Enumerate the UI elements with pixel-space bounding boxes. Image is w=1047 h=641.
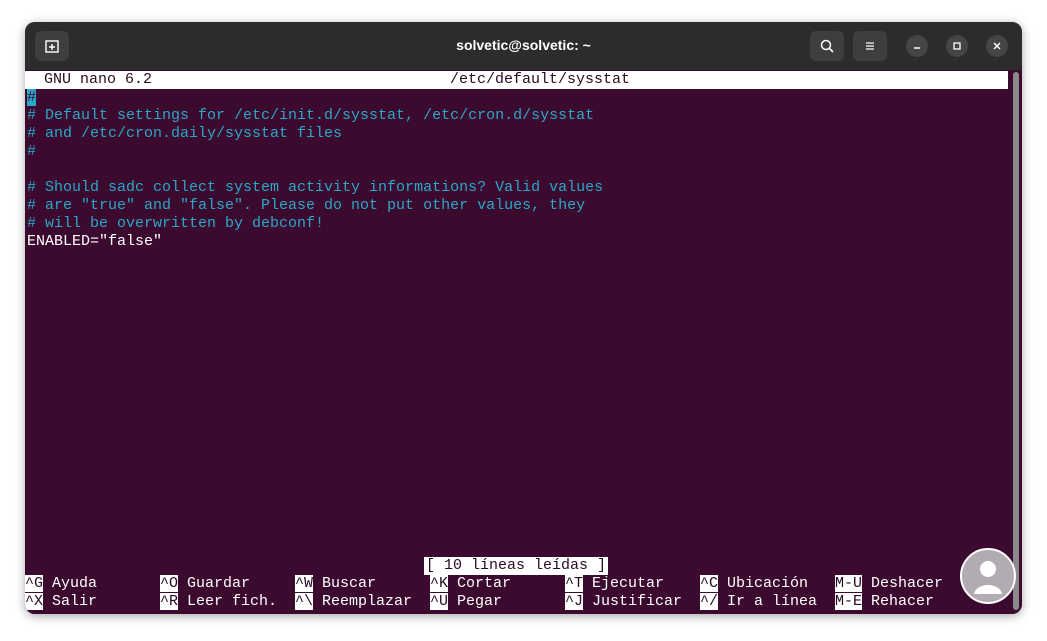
minimize-icon [914,47,920,49]
nano-filename: /etc/default/sysstat [450,71,631,88]
shortcut-item: ^O Guardar [160,575,250,593]
logo-watermark [960,548,1016,604]
maximize-button[interactable] [946,35,968,57]
text-cursor: # [27,89,37,106]
shortcut-key: ^J [565,593,584,610]
shortcut-label: Ejecutar [592,575,665,592]
shortcut-spacer [43,575,52,592]
shortcut-spacer [718,593,727,610]
shortcut-spacer [178,593,187,610]
shortcut-label: Ubicación [727,575,809,592]
shortcut-key: ^/ [700,593,719,610]
shortcut-key: ^T [565,575,584,592]
shortcut-spacer [862,575,871,592]
shortcut-key: ^\ [295,593,314,610]
shortcut-spacer [313,593,322,610]
shortcut-item: ^R Leer fich. [160,593,277,611]
shortcut-key: ^X [25,593,44,610]
shortcut-key: ^R [160,593,179,610]
editor-line: # will be overwritten by debconf! [27,215,325,232]
close-icon [993,42,1001,50]
shortcut-item: ^J Justificar [565,593,682,611]
shortcut-key: M-U [835,575,863,592]
terminal-window: solvetic@solvetic: ~ GNU nano 6.2 /etc/d… [25,22,1022,614]
shortcut-spacer [43,593,52,610]
shortcut-item: M-E Rehacer [835,593,934,611]
close-button[interactable] [986,35,1008,57]
shortcut-item: ^\ Reemplazar [295,593,412,611]
shortcut-spacer [448,593,457,610]
shortcut-spacer [178,575,187,592]
shortcut-spacer [313,575,322,592]
shortcut-label: Buscar [322,575,377,592]
editor-line: # and /etc/cron.daily/sysstat files [27,125,343,142]
editor-line: # [27,143,37,160]
shortcut-item: ^C Ubicación [700,575,808,593]
shortcut-spacer [583,575,592,592]
shortcut-item: ^X Salir [25,593,97,611]
shortcut-key: ^C [700,575,719,592]
nano-version: GNU nano 6.2 [44,71,153,88]
shortcut-label: Ayuda [52,575,98,592]
logo-icon [974,561,1002,594]
scrollbar[interactable] [1013,72,1019,610]
editor-line: # [27,89,37,107]
shortcut-label: Reemplazar [322,593,413,610]
shortcut-item: ^U Pegar [430,593,502,611]
shortcut-label: Pegar [457,593,503,610]
shortcut-key: ^G [25,575,44,592]
search-icon [820,39,834,53]
shortcut-label: Justificar [592,593,683,610]
shortcut-key: ^K [430,575,449,592]
search-button[interactable] [810,31,844,61]
terminal-area[interactable]: GNU nano 6.2 /etc/default/sysstat # # Def… [25,70,1022,614]
shortcut-key: M-E [835,593,863,610]
shortcut-spacer [862,593,871,610]
shortcut-key: ^W [295,575,314,592]
shortcut-spacer [583,593,592,610]
nano-header-bar: GNU nano 6.2 /etc/default/sysstat [25,71,1008,89]
editor-line: # Should sadc collect system activity in… [27,179,604,196]
shortcut-item: ^T Ejecutar [565,575,664,593]
shortcut-label: Cortar [457,575,512,592]
shortcut-key: ^O [160,575,179,592]
shortcut-label: Ir a línea [727,593,818,610]
shortcut-item: ^G Ayuda [25,575,97,593]
shortcut-spacer [718,575,727,592]
shortcut-label: Rehacer [871,593,935,610]
title-bar[interactable]: solvetic@solvetic: ~ [25,22,1022,70]
menu-button[interactable] [853,31,887,61]
shortcut-key: ^U [430,593,449,610]
editor-line: # are "true" and "false". Please do not … [27,197,586,214]
status-message: [ 10 líneas leídas ] [424,557,609,575]
hamburger-menu-icon [866,42,874,50]
minimize-button[interactable] [906,35,928,57]
shortcut-spacer [448,575,457,592]
shortcut-label: Leer fich. [187,593,278,610]
editor-line: ENABLED="false" [27,233,163,250]
shortcut-label: Salir [52,593,98,610]
maximize-icon [953,42,961,50]
editor-line: # Default settings for /etc/init.d/sysst… [27,107,595,124]
shortcut-label: Deshacer [871,575,944,592]
shortcut-item: ^/ Ir a línea [700,593,817,611]
shortcut-item: ^K Cortar [430,575,511,593]
shortcut-label: Guardar [187,575,251,592]
shortcut-item: ^W Buscar [295,575,376,593]
shortcut-item: M-U Deshacer [835,575,943,593]
